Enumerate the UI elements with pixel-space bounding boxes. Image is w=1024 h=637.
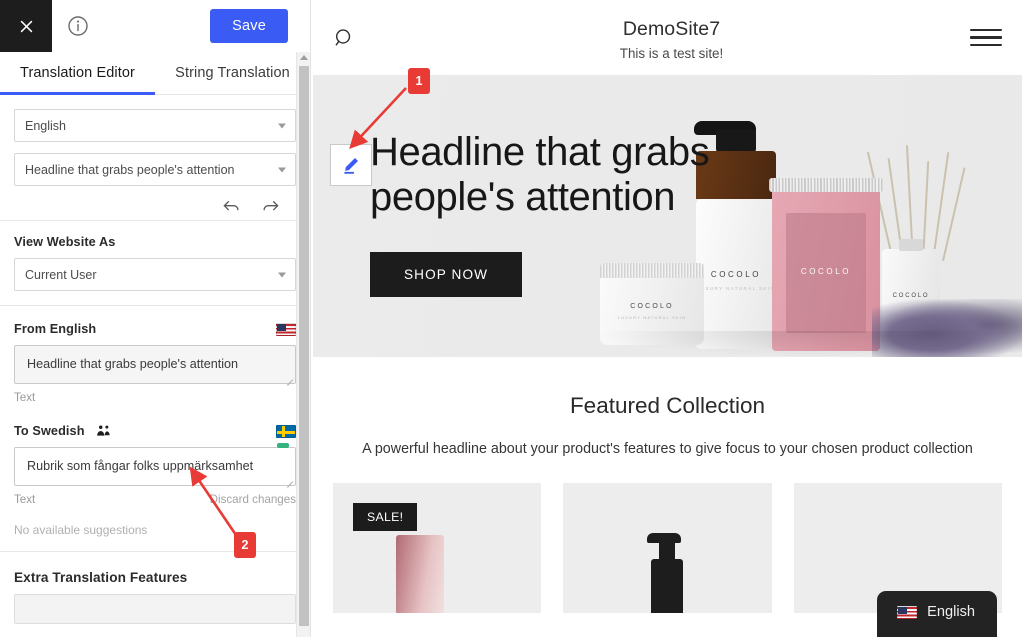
language-switcher-widget[interactable]: English <box>877 591 997 637</box>
language-switcher-label: English <box>927 604 975 620</box>
undo-arrow-icon[interactable] <box>222 199 241 214</box>
flag-us-icon <box>897 605 918 619</box>
site-preview: DemoSite7 This is a test site! COCOLO CO… <box>311 0 1024 637</box>
target-meta-row: Text Discard changes <box>14 493 296 506</box>
pink-jar: COCOLO <box>769 178 883 351</box>
view-as-select[interactable]: Current User <box>14 258 296 291</box>
product-card-list: SALE! <box>311 457 1024 613</box>
pencil-edit-icon[interactable] <box>330 144 372 186</box>
view-website-as-label: View Website As <box>14 235 116 249</box>
product-thumbnail <box>396 535 444 613</box>
featured-collection-section: Featured Collection A powerful headline … <box>311 357 1024 613</box>
language-select-value: English <box>25 118 66 133</box>
site-branding: DemoSite7 This is a test site! <box>373 18 970 61</box>
source-text-field[interactable] <box>14 345 296 385</box>
translation-pair-section: From English Text To Swedish <box>0 306 310 551</box>
product-thumbnail <box>647 521 687 613</box>
tab-translation-editor-label: Translation Editor <box>20 65 135 81</box>
sale-badge: SALE! <box>353 503 418 531</box>
product-brand: COCOLO <box>630 303 674 310</box>
flag-se-icon <box>276 424 296 438</box>
product-brand-sub: LUXURY NATURAL SKIN <box>617 315 687 320</box>
target-language-header: To Swedish <box>14 424 296 438</box>
extra-features-label: Extra Translation Features <box>14 570 188 586</box>
target-text-wrap <box>14 443 296 489</box>
close-icon[interactable] <box>0 0 52 52</box>
annotation-badge-2: 2 <box>234 532 256 558</box>
tab-string-translation-label: String Translation <box>175 65 290 81</box>
tab-translation-editor[interactable]: Translation Editor <box>0 52 155 95</box>
translation-editor-panel: Save Translation Editor String Translati… <box>0 0 311 637</box>
string-select[interactable]: Headline that grabs people's attention <box>14 153 296 186</box>
translation-status-badge <box>277 443 289 449</box>
source-type-label: Text <box>14 391 36 405</box>
editor-body: English Headline that grabs people's att… <box>0 95 310 637</box>
source-text-wrap <box>14 345 296 386</box>
chevron-down-icon <box>278 272 286 277</box>
source-meta-row: Text <box>14 391 296 404</box>
discard-changes-button[interactable]: Discard changes <box>210 493 296 506</box>
featured-title: Featured Collection <box>569 393 766 418</box>
site-header: DemoSite7 This is a test site! <box>311 0 1024 75</box>
extra-features-section: Extra Translation Features <box>0 551 310 637</box>
string-select-value: Headline that grabs people's attention <box>25 162 235 177</box>
language-select[interactable]: English <box>14 109 296 142</box>
hamburger-menu-icon[interactable] <box>970 28 1002 47</box>
history-controls <box>14 197 296 218</box>
selection-section: English Headline that grabs people's att… <box>0 95 310 221</box>
scroll-up-arrow-icon[interactable] <box>299 55 308 60</box>
hero-copy: Headline that grabs people's attention S… <box>370 130 730 297</box>
target-language-label: To Swedish <box>14 424 85 439</box>
chevron-down-icon <box>278 123 286 128</box>
chevron-down-icon <box>278 167 286 172</box>
site-title: DemoSite7 <box>622 18 721 40</box>
hero-headline: Headline that grabs people's attention <box>370 130 710 219</box>
search-icon[interactable] <box>333 27 373 49</box>
site-tagline: This is a test site! <box>619 46 724 61</box>
save-button[interactable]: Save <box>210 9 288 43</box>
shop-now-button[interactable]: SHOP NOW <box>370 251 523 297</box>
extra-features-select[interactable] <box>14 594 296 625</box>
info-icon[interactable] <box>52 0 104 52</box>
featured-subtitle: A powerful headline about your product's… <box>362 441 973 457</box>
target-text-field[interactable] <box>14 447 296 487</box>
sidebar-scrollbar[interactable] <box>296 52 310 637</box>
view-as-select-value: Current User <box>25 267 97 282</box>
source-language-header: From English <box>14 322 296 336</box>
product-card[interactable]: SALE! <box>333 483 542 613</box>
annotation-badge-1: 1 <box>408 68 430 94</box>
product-shadow <box>592 331 1022 357</box>
flag-us-icon <box>276 322 296 336</box>
people-icon[interactable] <box>95 424 113 438</box>
hero-banner: COCOLO COCOLO LUXURY NATURAL SKIN COCOLO… <box>313 75 1022 357</box>
tab-string-translation[interactable]: String Translation <box>155 52 310 94</box>
scrollbar-thumb[interactable] <box>299 66 309 626</box>
source-language-label: From English <box>14 322 97 336</box>
view-website-as-section: View Website As Current User <box>0 221 310 306</box>
product-brand: COCOLO <box>800 267 852 276</box>
target-type-label: Text <box>14 493 36 507</box>
product-card[interactable] <box>563 483 772 613</box>
editor-tabs: Translation Editor String Translation <box>0 52 310 95</box>
screen-root: Save Translation Editor String Translati… <box>0 0 1024 637</box>
redo-arrow-icon[interactable] <box>261 199 280 214</box>
editor-topbar: Save <box>0 0 310 52</box>
